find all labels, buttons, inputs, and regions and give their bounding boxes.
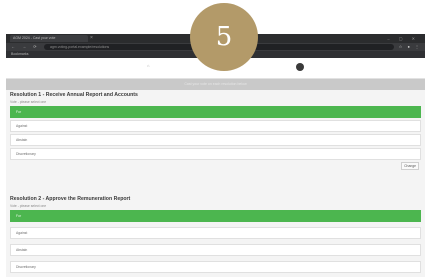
banner-text: Cast your vote on each resolution below — [184, 82, 247, 86]
home-icon[interactable]: ⌂ — [147, 64, 149, 68]
vote-option-for[interactable]: For — [10, 210, 421, 222]
vote-option-abstain[interactable]: Abstain — [10, 134, 421, 146]
toolbar-actions[interactable]: ☆ ● ⋮ — [399, 43, 421, 51]
browser-tab[interactable]: AGM 2024 - Cast your vote — [10, 35, 88, 42]
resolution-subtitle: Vote - please select one — [10, 204, 47, 208]
window-controls[interactable]: – ▢ ✕ — [387, 35, 419, 42]
vote-option-for[interactable]: For — [10, 106, 421, 118]
vote-option-discretionary[interactable]: Discretionary — [10, 148, 421, 160]
screenshot-photo: AGM 2024 - Cast your vote × – ▢ ✕ ← → ⟳ … — [6, 34, 425, 277]
vote-option-discretionary[interactable]: Discretionary — [10, 261, 421, 273]
vote-option-against[interactable]: Against — [10, 227, 421, 239]
vote-option-abstain[interactable]: Abstain — [10, 244, 421, 256]
vote-option-against[interactable]: Against — [10, 120, 421, 132]
step-number-badge: 5 — [190, 3, 258, 71]
resolution-subtitle: Vote - please select one — [10, 100, 47, 104]
avatar[interactable] — [296, 63, 304, 71]
instruction-banner: Cast your vote on each resolution below — [6, 79, 425, 90]
bookmark-item[interactable]: Bookmarks — [11, 51, 29, 58]
navigation-icons[interactable]: ← → ⟳ — [11, 43, 40, 51]
resolution-title: Resolution 2 - Approve the Remuneration … — [10, 196, 131, 202]
close-tab-icon[interactable]: × — [90, 35, 93, 42]
change-vote-button[interactable]: Change — [401, 162, 419, 170]
resolution-title: Resolution 1 - Receive Annual Report and… — [10, 92, 138, 98]
